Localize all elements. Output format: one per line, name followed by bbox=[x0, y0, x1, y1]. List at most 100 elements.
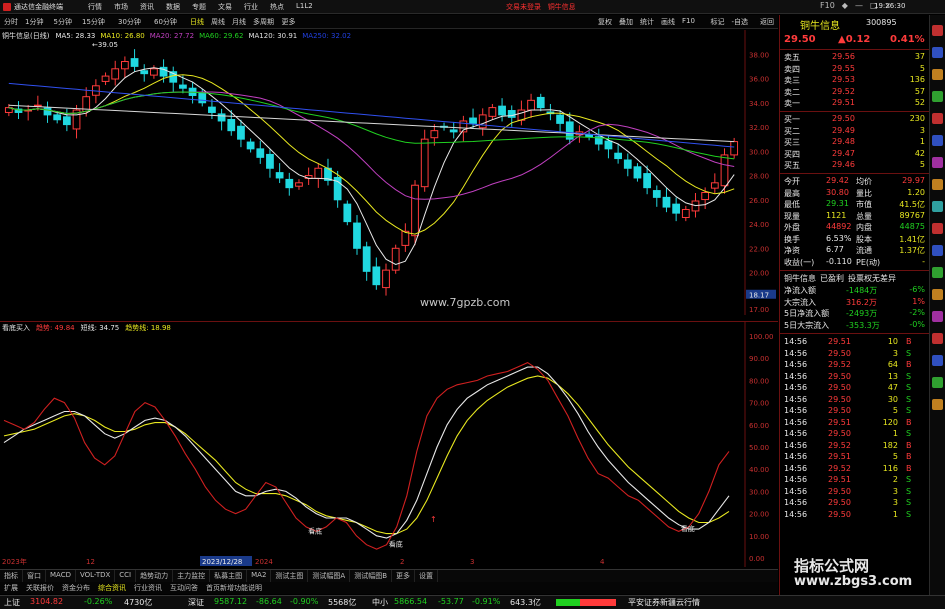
info-tab[interactable]: 关联报价 bbox=[22, 582, 58, 594]
bid-row: 买二 29.49 3 bbox=[780, 126, 929, 137]
zx-index-name[interactable]: 中小 bbox=[372, 597, 388, 608]
window-control-0[interactable]: F10 bbox=[820, 1, 835, 10]
menu-item[interactable]: 热点 bbox=[270, 2, 284, 12]
side-tool-icon[interactable] bbox=[932, 201, 943, 212]
info-tab[interactable]: 首页新增功能说明 bbox=[202, 582, 266, 594]
indicator-tab[interactable]: 设置 bbox=[415, 570, 439, 582]
site-watermark: www.7gpzb.com bbox=[420, 296, 510, 309]
indicator-tab[interactable]: 测试幅图A bbox=[308, 570, 351, 582]
info-tab[interactable]: 铜牛信息 bbox=[784, 273, 816, 284]
indicator-tab[interactable]: 指标 bbox=[0, 570, 23, 582]
candle-down bbox=[130, 58, 139, 67]
side-tool-icon[interactable] bbox=[932, 113, 943, 124]
chart-tool-button[interactable]: 标记 bbox=[711, 17, 725, 27]
side-tool-icon[interactable] bbox=[932, 267, 943, 278]
indicator-tab[interactable]: MACD bbox=[46, 570, 76, 582]
side-tool-icon[interactable] bbox=[932, 25, 943, 36]
period-tab[interactable]: 15分钟 bbox=[82, 17, 105, 27]
chart-tool-button[interactable]: 叠加 bbox=[619, 17, 633, 27]
indicator-tab[interactable]: 测试幅图B bbox=[350, 570, 393, 582]
tick-volume: 1 bbox=[892, 509, 898, 519]
chart-tool-button[interactable]: 统计 bbox=[640, 17, 654, 27]
indicator-tab[interactable]: 更多 bbox=[392, 570, 416, 582]
menu-item[interactable]: 专题 bbox=[192, 2, 206, 12]
menu-item[interactable]: 资讯 bbox=[140, 2, 154, 12]
info-tab[interactable]: 投票权无差异 bbox=[848, 273, 896, 284]
side-tool-icon[interactable] bbox=[932, 69, 943, 80]
oscillator-panel[interactable]: 100.00 90.00 80.00 70.00 60.00 50.00 40.00 30.0… bbox=[0, 321, 778, 567]
indicator-tab[interactable]: CCI bbox=[115, 570, 137, 582]
menu-item[interactable]: 文易 bbox=[218, 2, 232, 12]
candle-down bbox=[672, 203, 681, 214]
period-tab[interactable]: 月线 bbox=[232, 17, 246, 27]
window-control-2[interactable]: — bbox=[855, 1, 863, 10]
period-tab[interactable]: 30分钟 bbox=[118, 17, 141, 27]
tick-price: 29.50 bbox=[828, 498, 851, 507]
menu-item[interactable]: 行业 bbox=[244, 2, 258, 12]
menu-item[interactable]: 行情 bbox=[88, 2, 102, 12]
indicator-tab[interactable]: 私募主图 bbox=[210, 570, 248, 582]
indicator-tab[interactable]: VOL-TDX bbox=[76, 570, 116, 582]
menu-item[interactable]: L1L2 bbox=[296, 2, 313, 12]
side-tool-icon[interactable] bbox=[932, 399, 943, 410]
tick-price: 29.50 bbox=[828, 429, 851, 438]
indicator-tab[interactable]: 趋势动力 bbox=[136, 570, 174, 582]
indicator-tab[interactable]: MA2 bbox=[247, 570, 272, 582]
side-tool-icon[interactable] bbox=[932, 333, 943, 344]
menu-item[interactable]: 数据 bbox=[166, 2, 180, 12]
period-tab[interactable]: 多周期 bbox=[253, 17, 274, 27]
info-tab[interactable]: 扩展 bbox=[0, 582, 22, 594]
period-tab[interactable]: 5分钟 bbox=[54, 17, 72, 27]
kline-chart[interactable]: 38.00 36.00 34.00 32.00 30.00 28.00 26.00 24.00… bbox=[0, 30, 778, 315]
ask-row: 卖三 29.53 136 bbox=[780, 75, 929, 86]
side-tool-icon[interactable] bbox=[932, 355, 943, 366]
period-tab[interactable]: 60分钟 bbox=[154, 17, 177, 27]
chart-tool-button[interactable]: 复权 bbox=[598, 17, 612, 27]
chart-tool-button[interactable]: -自选 bbox=[732, 17, 749, 27]
side-tool-icon[interactable] bbox=[932, 377, 943, 388]
sh-index-name[interactable]: 上证 bbox=[4, 597, 20, 608]
period-tab[interactable]: 更多 bbox=[282, 17, 296, 27]
side-tool-icon[interactable] bbox=[932, 47, 943, 58]
chart-tool-button[interactable]: 画线 bbox=[661, 17, 675, 27]
tick-row: 14:56 29.50 1 S bbox=[780, 429, 929, 440]
indicator-tab[interactable]: 主力监控 bbox=[173, 570, 211, 582]
side-tool-icon[interactable] bbox=[932, 311, 943, 322]
side-tool-icon[interactable] bbox=[932, 245, 943, 256]
chart-tool-button[interactable]: F10 bbox=[682, 17, 695, 25]
divider bbox=[780, 333, 929, 334]
flow-value: -2493万 bbox=[846, 309, 878, 318]
window-control-1[interactable]: ◆ bbox=[842, 1, 848, 10]
side-tool-icon[interactable] bbox=[932, 289, 943, 300]
candle-down bbox=[633, 166, 642, 179]
indicator-tab[interactable]: 测试主图 bbox=[271, 570, 309, 582]
ma-line-120 bbox=[8, 104, 735, 143]
period-tab[interactable]: 周线 bbox=[211, 17, 225, 27]
bid-price: 29.46 bbox=[832, 160, 855, 169]
info-tab[interactable]: 已盈利 bbox=[820, 273, 844, 284]
stat-value: 6.53% bbox=[826, 233, 852, 243]
candle-up bbox=[730, 141, 739, 156]
side-tool-icon[interactable] bbox=[932, 135, 943, 146]
menu-item[interactable]: 市场 bbox=[114, 2, 128, 12]
info-tab[interactable]: 综合资讯 bbox=[94, 582, 130, 594]
side-tool-icon[interactable] bbox=[932, 223, 943, 234]
tick-side: S bbox=[906, 429, 912, 438]
info-tab[interactable]: 资金分布 bbox=[58, 582, 94, 594]
period-tab[interactable]: 日线 bbox=[190, 17, 204, 27]
ma-line-20 bbox=[8, 91, 735, 200]
bid-label: 买二 bbox=[784, 126, 800, 136]
side-tool-icon[interactable] bbox=[932, 91, 943, 102]
period-tab[interactable]: 1分钟 bbox=[25, 17, 43, 27]
tick-row: 14:56 29.50 13 S bbox=[780, 372, 929, 383]
period-tab[interactable]: 分时 bbox=[4, 17, 18, 27]
candle-down bbox=[227, 119, 236, 132]
side-tool-icon[interactable] bbox=[932, 179, 943, 190]
sz-index-name[interactable]: 深证 bbox=[188, 597, 204, 608]
indicator-tab[interactable]: 窗口 bbox=[23, 570, 46, 582]
info-tab[interactable]: 行业资讯 bbox=[130, 582, 166, 594]
login-status[interactable]: 交易未登录 铜牛信息 bbox=[506, 2, 576, 12]
side-tool-icon[interactable] bbox=[932, 157, 943, 168]
chart-tool-button[interactable]: 返回 bbox=[760, 17, 774, 27]
info-tab[interactable]: 互动问答 bbox=[166, 582, 202, 594]
